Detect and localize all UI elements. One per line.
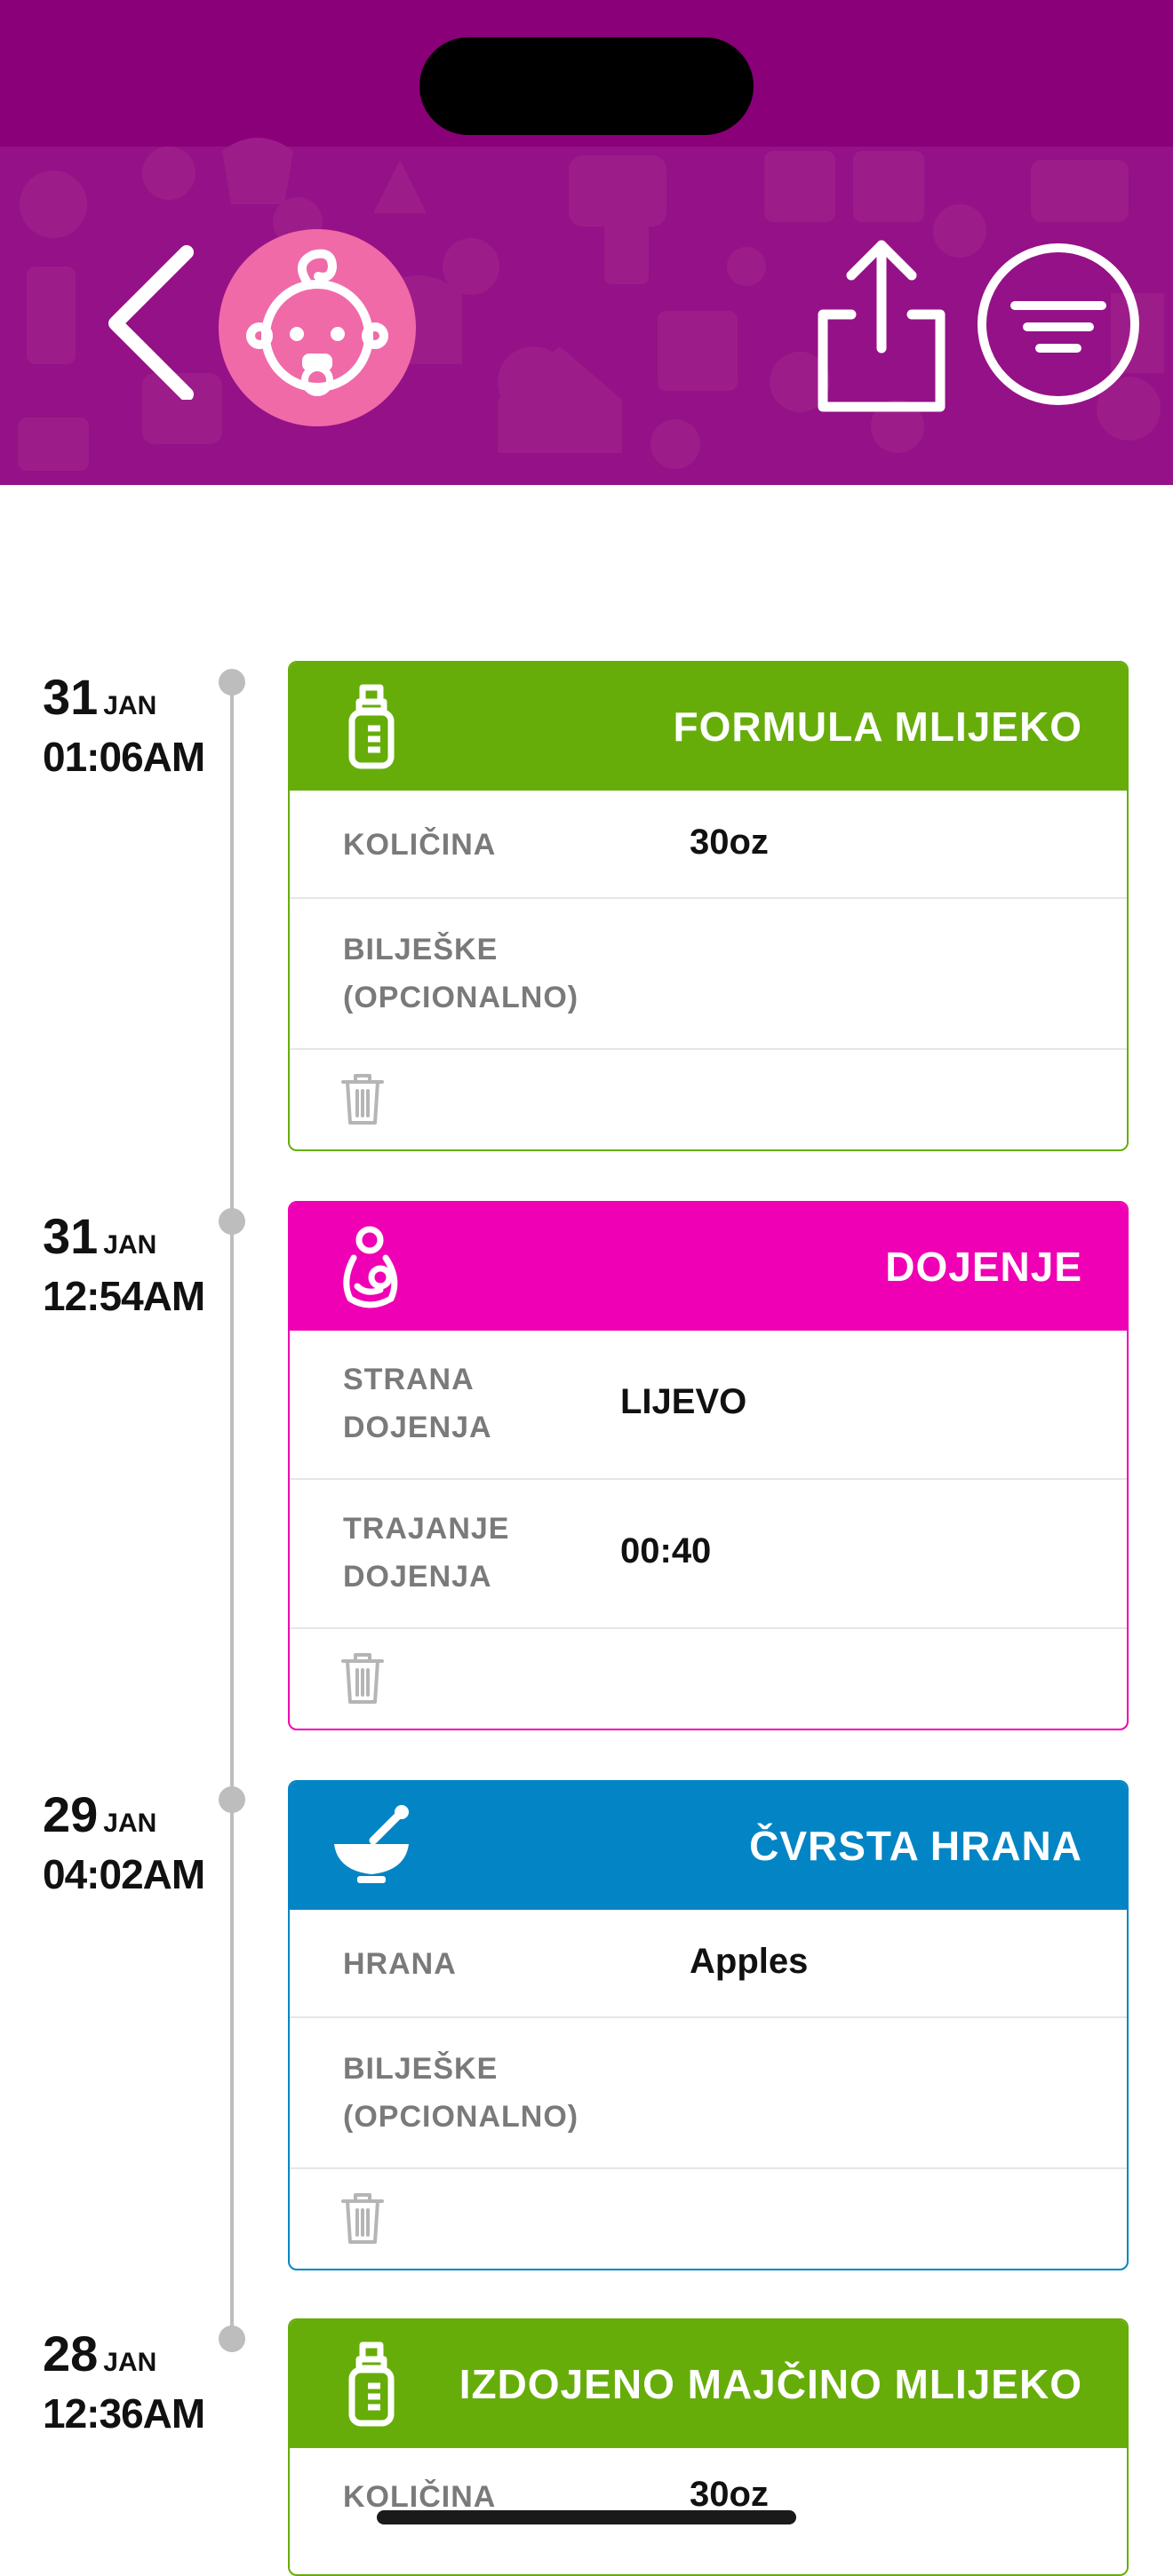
back-button[interactable] (98, 240, 204, 402)
entry-date: 31 JAN 12:54AM (43, 1207, 229, 1320)
entry-time: 12:54AM (43, 1273, 205, 1319)
detail-row-amount: KOLIČINA 30oz (290, 2448, 1127, 2556)
bottle-icon (348, 2341, 395, 2427)
card-header: DOJENJE (290, 1203, 1127, 1331)
trash-icon[interactable] (339, 1071, 386, 1126)
card-title: IZDOJENO MAJČINO MLIJEKO (459, 2361, 1082, 2407)
card-header: IZDOJENO MAJČINO MLIJEKO (290, 2320, 1127, 2448)
trash-icon[interactable] (339, 1650, 386, 1705)
entry-date: 31 JAN 01:06AM (43, 668, 229, 781)
entry-day: 29 (43, 1786, 99, 1842)
feeding-card[interactable]: IZDOJENO MAJČINO MLIJEKO KOLIČINA 30oz (288, 2318, 1129, 2576)
timeline-line (230, 682, 234, 2341)
feeding-card[interactable]: FORMULA MLIJEKO KOLIČINA 30oz BILJEŠKE (… (288, 661, 1129, 1151)
entry-month: JAN (103, 2348, 157, 2377)
detail-row-amount: KOLIČINA 30oz (290, 791, 1127, 899)
camera-notch (419, 37, 754, 135)
share-button[interactable] (810, 233, 953, 419)
baby-face-icon (246, 249, 388, 396)
delete-row (290, 1629, 1127, 1729)
home-indicator (377, 2510, 796, 2524)
card-title: FORMULA MLIJEKO (673, 704, 1082, 750)
entry-day: 31 (43, 669, 99, 725)
detail-row-notes[interactable]: BILJEŠKE (OPCIONALNO) (290, 2018, 1127, 2169)
detail-row-notes[interactable]: BILJEŠKE (OPCIONALNO) (290, 899, 1127, 1050)
row-value: 30oz (690, 2475, 769, 2514)
mortar-bowl-icon (334, 1805, 409, 1883)
card-title: ČVRSTA HRANA (749, 1823, 1082, 1869)
row-value: 30oz (690, 823, 769, 862)
row-label: HRANA (343, 1947, 457, 1981)
filter-button[interactable] (976, 242, 1141, 407)
row-label: TRAJANJE DOJENJA (343, 1512, 510, 1594)
row-value: 00:40 (620, 1531, 712, 1570)
share-icon (818, 240, 946, 412)
entry-day: 28 (43, 2326, 99, 2381)
detail-row-food: HRANA Apples (290, 1910, 1127, 2018)
card-title: DOJENJE (885, 1244, 1082, 1290)
row-label: STRANA DOJENJA (343, 1363, 492, 1444)
feeding-card[interactable]: ČVRSTA HRANA HRANA Apples BILJEŠKE (OPCI… (288, 1780, 1129, 2270)
row-label: KOLIČINA (343, 828, 497, 862)
delete-row (290, 1050, 1127, 1149)
entry-date: 29 JAN 04:02AM (43, 1785, 229, 1898)
entry-date: 28 JAN 12:36AM (43, 2325, 229, 2437)
filter-icon (978, 243, 1139, 405)
entry-month: JAN (103, 691, 157, 720)
row-label: BILJEŠKE (OPCIONALNO) (343, 2052, 579, 2134)
entry-month: JAN (103, 1809, 157, 1838)
row-value: LIJEVO (620, 1382, 747, 1421)
trash-icon[interactable] (339, 2190, 386, 2246)
baby-avatar[interactable] (219, 229, 416, 426)
entry-month: JAN (103, 1230, 157, 1260)
delete-row (290, 2169, 1127, 2269)
row-label: BILJEŠKE (OPCIONALNO) (343, 933, 579, 1014)
feeding-card[interactable]: DOJENJE STRANA DOJENJA LIJEVO TRAJANJE D… (288, 1201, 1129, 1730)
card-header: ČVRSTA HRANA (290, 1782, 1127, 1910)
app-header (0, 0, 1173, 485)
detail-row-side: STRANA DOJENJA LIJEVO (290, 1331, 1127, 1480)
entry-time: 12:36AM (43, 2390, 205, 2437)
card-header: FORMULA MLIJEKO (290, 663, 1127, 791)
entry-day: 31 (43, 1208, 99, 1264)
row-value: Apples (690, 1942, 809, 1981)
chevron-left-icon (108, 245, 194, 402)
breastfeeding-icon (343, 1226, 398, 1308)
bottle-icon (348, 684, 395, 769)
entry-time: 04:02AM (43, 1851, 205, 1897)
detail-row-duration: TRAJANJE DOJENJA 00:40 (290, 1480, 1127, 1629)
entry-time: 01:06AM (43, 734, 205, 780)
